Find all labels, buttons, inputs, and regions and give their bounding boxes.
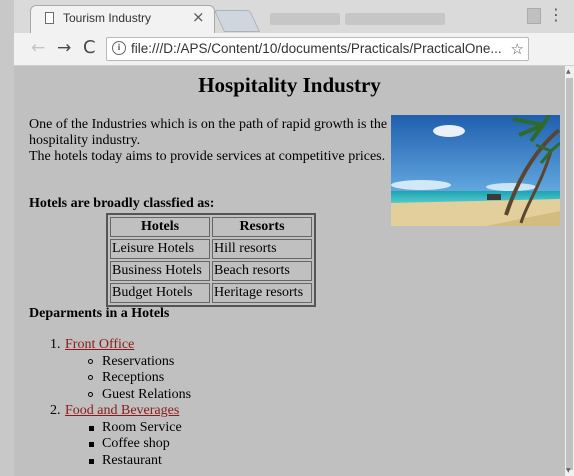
browser-toolbar: ← → C i file:///D:/APS/Content/10/docume… — [14, 33, 574, 66]
url-text[interactable]: file:///D:/APS/Content/10/documents/Prac… — [131, 41, 502, 56]
window-edge — [0, 0, 14, 476]
list-number: 1. — [50, 337, 61, 352]
table-cell: Business Hotels — [110, 261, 210, 281]
address-bar[interactable]: i file:///D:/APS/Content/10/documents/Pr… — [106, 37, 529, 61]
circle-bullet-icon — [88, 391, 93, 397]
list-item: Receptions — [14, 370, 191, 387]
sublist-item-label: Coffee shop — [102, 436, 170, 451]
table-cell: Hill resorts — [212, 239, 312, 259]
circle-bullet-icon — [88, 358, 93, 364]
table-row: Leisure Hotels Hill resorts — [110, 239, 312, 259]
list-item: Room Service — [14, 420, 191, 437]
square-bullet-icon — [89, 442, 94, 447]
sublist-item-label: Guest Relations — [102, 386, 192, 402]
beach-image — [391, 115, 560, 226]
blurred-region — [270, 13, 340, 25]
list-item: Reservations — [14, 354, 191, 371]
column-header-hotels: Hotels — [110, 217, 210, 237]
table-cell: Beach resorts — [212, 261, 312, 281]
tab-title: Tourism Industry — [63, 11, 152, 25]
hotels-heading: Hotels are broadly classfied as: — [29, 196, 215, 211]
list-number: 2. — [50, 403, 61, 418]
table-header-row: Hotels Resorts — [110, 217, 312, 237]
scroll-down-arrow-icon[interactable]: ▼ — [566, 467, 571, 474]
intro-line-2: The hotels today aims to provide service… — [29, 149, 386, 164]
table-cell: Leisure Hotels — [110, 239, 210, 259]
scroll-up-arrow-icon[interactable]: ▲ — [566, 68, 571, 75]
page-content: Hospitality Industry One of the Industri… — [14, 66, 565, 476]
departments-heading: Deparments in a Hotels — [29, 306, 170, 321]
front-office-link[interactable]: Front Office — [65, 337, 134, 352]
departments-list: 1. Front Office Reservations Receptions … — [14, 337, 191, 469]
info-icon[interactable]: i — [112, 41, 126, 55]
intro-line-1: One of the Industries which is on the pa… — [29, 117, 388, 148]
list-item: Coffee shop — [14, 436, 191, 453]
forward-arrow-icon[interactable]: → — [57, 38, 71, 58]
table-cell: Heritage resorts — [212, 283, 312, 303]
table-row: Budget Hotels Heritage resorts — [110, 283, 312, 303]
list-item: 2. Food and Beverages — [14, 403, 191, 420]
sublist-item-label: Receptions — [102, 370, 165, 385]
square-bullet-icon — [89, 425, 94, 431]
back-arrow-icon[interactable]: ← — [31, 38, 45, 58]
table-cell: Budget Hotels — [110, 283, 210, 303]
square-bullet-icon — [89, 458, 94, 464]
bookmark-star-icon[interactable]: ☆ — [511, 40, 524, 58]
reload-icon[interactable]: C — [83, 38, 96, 58]
list-item: 1. Front Office — [14, 337, 191, 354]
page-title: Hospitality Industry — [198, 73, 381, 97]
sublist-item-label: Reservations — [102, 353, 175, 369]
column-header-resorts: Resorts — [212, 217, 312, 237]
close-tab-icon[interactable]: × — [192, 8, 205, 26]
extension-icon[interactable] — [527, 8, 541, 24]
sublist-item-label: Restaurant — [102, 452, 162, 468]
browser-tab[interactable]: Tourism Industry × — [30, 5, 215, 33]
circle-bullet-icon — [88, 375, 93, 380]
blurred-region — [345, 13, 445, 25]
scrollbar-thumb[interactable] — [566, 78, 573, 470]
sublist-item-label: Room Service — [102, 419, 182, 435]
hotels-table: Hotels Resorts Leisure Hotels Hill resor… — [106, 213, 316, 307]
intro-paragraph: One of the Industries which is on the pa… — [29, 117, 389, 165]
document-icon — [45, 12, 54, 24]
list-item: Guest Relations — [14, 387, 191, 404]
table-row: Business Hotels Beach resorts — [110, 261, 312, 281]
menu-icon[interactable]: ⋮ — [548, 5, 564, 24]
food-and-beverages-link[interactable]: Food and Beverages — [65, 403, 179, 418]
vertical-scrollbar[interactable]: ▲ ▼ — [565, 66, 574, 476]
list-item: Restaurant — [14, 453, 191, 470]
